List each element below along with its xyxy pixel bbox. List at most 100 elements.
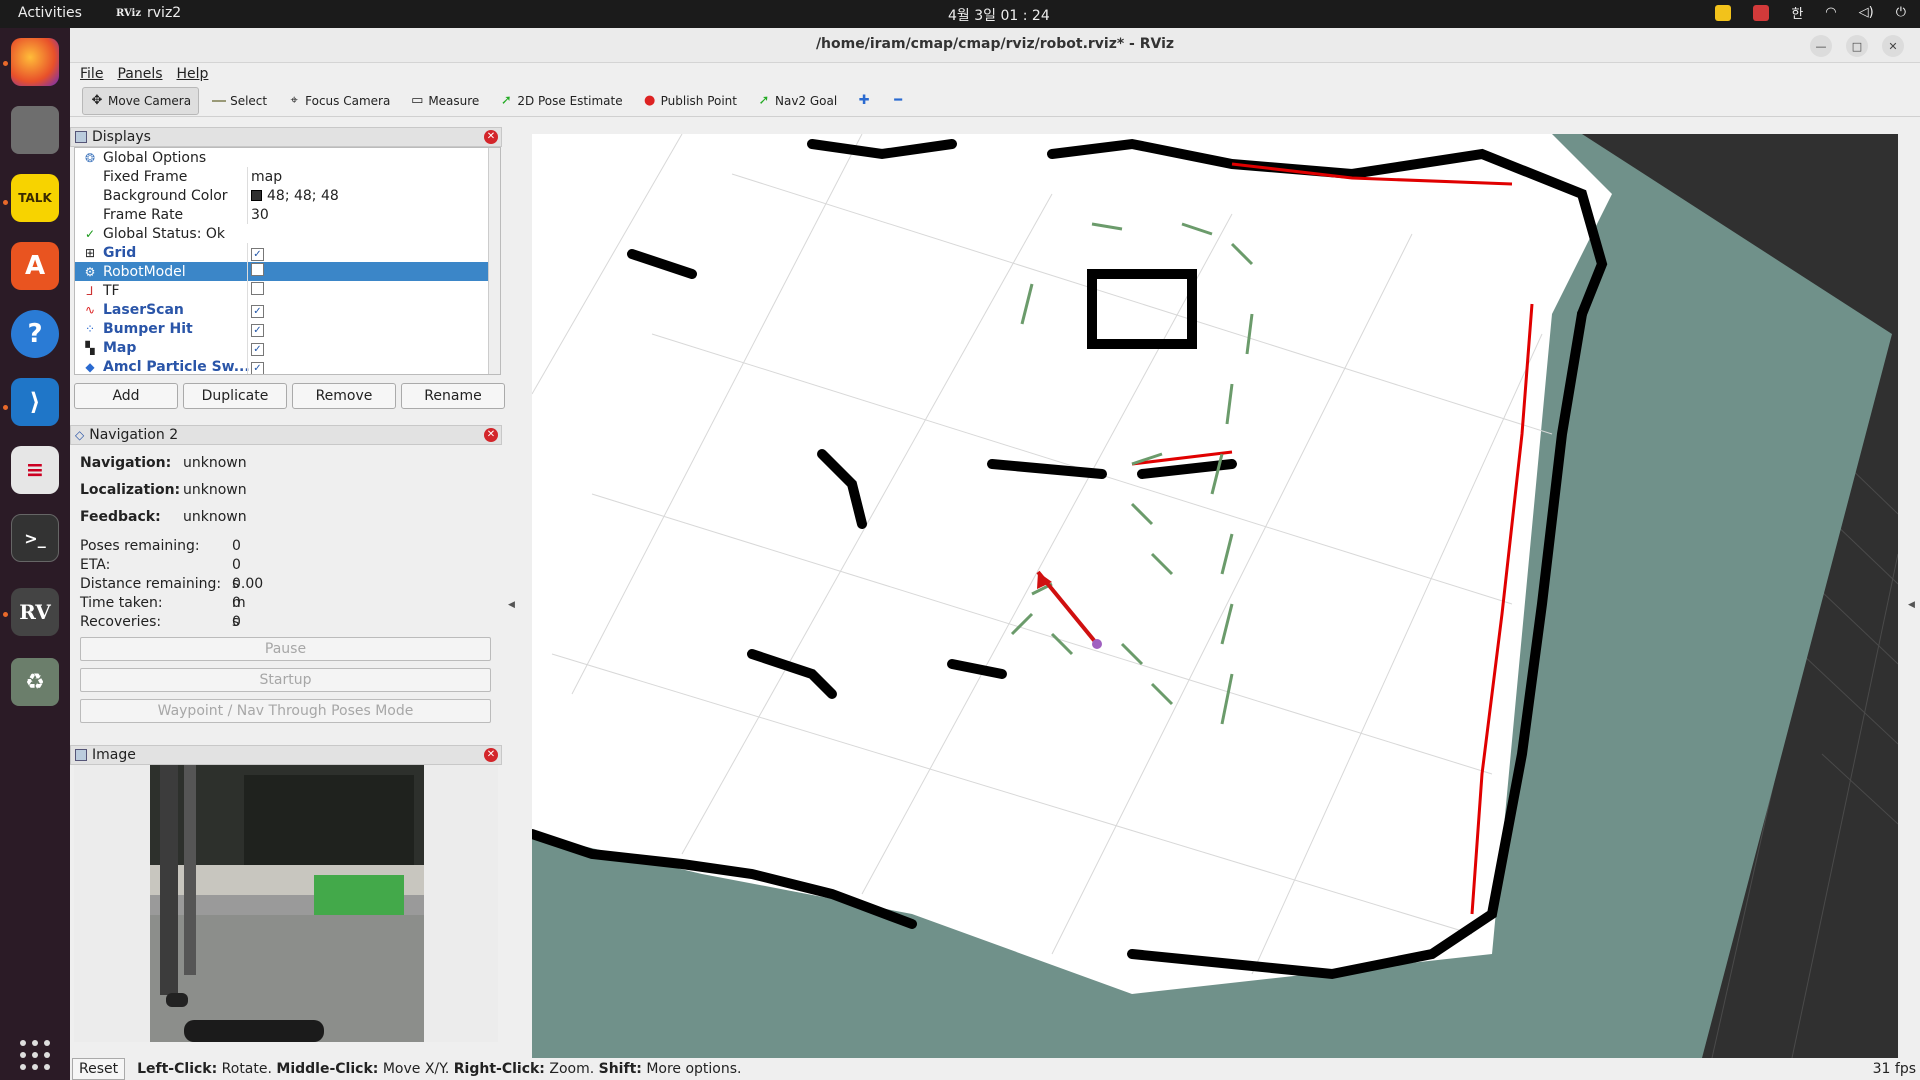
pose-estimate-tool[interactable]: ➚ 2D Pose Estimate [492,87,629,115]
tree-row-laserscan[interactable]: ∿ LaserScan ✓ [75,300,500,319]
minimize-icon[interactable]: — [1810,35,1832,57]
ime-indicator[interactable]: 한 [1791,3,1803,22]
map-icon: ▚ [85,340,95,355]
trash-icon[interactable]: ♻ [11,658,59,706]
power-icon[interactable]: ⏻ [1896,5,1906,20]
image-title: Image [92,747,136,763]
tree-row-tf[interactable]: ⅃ TF [75,281,500,300]
measure-tool[interactable]: ▭ Measure [403,87,486,115]
close-panel-icon[interactable]: ✕ [484,748,498,762]
grid-checkbox[interactable]: ✓ [251,247,264,261]
tree-row-frame-rate[interactable]: Frame Rate 30 [75,205,500,224]
tree-row-robotmodel[interactable]: ⚙ RobotModel [75,262,500,281]
background-color-value[interactable]: 48; 48; 48 [251,188,339,204]
dock: TALK A ? ⟩ ≡ >_ RV ♻ [0,28,70,1080]
duplicate-display-button[interactable]: Duplicate [183,383,287,409]
text-editor-icon[interactable]: ≡ [11,446,59,494]
kakaotalk-icon[interactable]: TALK [11,174,59,222]
mouse-hint: Left-Click: Rotate. Middle-Click: Move X… [137,1061,742,1077]
minus-icon: ━ [894,93,903,108]
running-indicator [3,405,8,410]
laserscan-checkbox[interactable]: ✓ [251,304,264,318]
menu-bar: File Panels Help [70,63,1920,85]
3d-render-view[interactable] [532,134,1898,1058]
tree-row-amcl-particles[interactable]: ◆ Amcl Particle Sw... ✓ [75,357,500,374]
focus-camera-tool[interactable]: ⌖ Focus Camera [280,87,397,115]
measure-icon: ▭ [411,93,424,108]
tree-row-bumper-hit[interactable]: ⁘ Bumper Hit ✓ [75,319,500,338]
window-titlebar[interactable]: /home/iram/cmap/cmap/rviz/robot.rviz* - … [70,28,1920,63]
select-tool[interactable]: Select [205,87,274,115]
tree-row-background-color[interactable]: Background Color 48; 48; 48 [75,186,500,205]
menu-file[interactable]: File [80,66,103,82]
tf-checkbox[interactable] [251,282,264,295]
reset-button[interactable]: Reset [72,1058,126,1080]
pause-button[interactable]: Pause [80,637,491,661]
anydesk-tray-icon[interactable] [1753,4,1770,21]
clock[interactable]: 4월 3일 01 : 24 [948,5,1050,25]
globe-icon: ❂ [84,150,96,165]
rviz-dock-icon[interactable]: RV [11,588,59,636]
help-icon[interactable]: ? [11,310,59,358]
navigation2-header[interactable]: ◇ Navigation 2 ✕ [70,425,502,445]
wifi-icon[interactable]: ◠ [1825,5,1836,20]
app-menu[interactable]: RViz rviz2 [116,5,181,21]
bumper-hit-checkbox[interactable]: ✓ [251,323,264,337]
menu-help[interactable]: Help [177,66,209,82]
move-camera-tool[interactable]: ✥ Move Camera [82,86,200,115]
image-icon [75,749,87,761]
window-title: /home/iram/cmap/cmap/rviz/robot.rviz* - … [815,36,1175,52]
app-center-icon[interactable]: A [11,242,59,290]
publish-point-tool[interactable]: ● Publish Point [636,87,744,115]
goal-arrow-icon: ➚ [758,93,770,108]
map-pin-icon: ● [643,93,656,108]
maximize-icon[interactable]: □ [1846,35,1868,57]
menu-panels[interactable]: Panels [117,66,162,82]
displays-panel: Displays ✕ ❂ Global Options Fixed Frame ma… [70,127,505,427]
tree-row-fixed-frame[interactable]: Fixed Frame map [75,167,500,186]
firefox-icon[interactable] [11,38,59,86]
plus-icon: ✚ [858,93,870,108]
tree-row-global-options[interactable]: ❂ Global Options [75,148,500,167]
add-tool-button[interactable]: ✚ [850,87,878,115]
rviz-app-icon: RViz [116,7,142,19]
kakaotalk-tray-icon[interactable] [1715,4,1732,21]
add-display-button[interactable]: Add [74,383,178,409]
point-cloud-icon: ⁘ [84,321,96,336]
files-icon[interactable] [11,106,59,154]
system-tray[interactable]: 한 ◠ ◁) ⏻ [1715,3,1906,22]
tree-row-grid[interactable]: ⊞ Grid ✓ [75,243,500,262]
camera-image [150,765,424,1042]
pose-arrow-icon: ➚ [500,93,512,108]
rename-display-button[interactable]: Rename [401,383,505,409]
terminal-icon[interactable]: >_ [11,514,59,562]
tree-scrollbar[interactable] [488,148,500,374]
volume-icon[interactable]: ◁) [1859,5,1874,20]
remove-display-button[interactable]: Remove [292,383,396,409]
collapse-right-handle[interactable]: ◀ [1908,600,1915,610]
close-icon[interactable]: ✕ [1882,35,1904,57]
close-panel-icon[interactable]: ✕ [484,130,498,144]
vscode-icon[interactable]: ⟩ [11,378,59,426]
frame-rate-value[interactable]: 30 [251,207,269,223]
robotmodel-checkbox[interactable] [251,263,264,276]
collapse-left-handle[interactable]: ◀ [508,600,515,610]
show-applications-icon[interactable] [20,1040,50,1070]
startup-button[interactable]: Startup [80,668,491,692]
move-camera-icon: ✥ [91,93,103,108]
fixed-frame-value[interactable]: map [251,169,282,185]
color-swatch [251,190,262,201]
display-tree: ❂ Global Options Fixed Frame map Backgroun… [74,147,501,375]
close-panel-icon[interactable]: ✕ [484,428,498,442]
displays-header[interactable]: Displays ✕ [70,127,502,147]
image-header[interactable]: Image ✕ [70,745,502,765]
amcl-checkbox[interactable]: ✓ [251,361,264,374]
app-name: rviz2 [147,5,182,21]
waypoint-mode-button[interactable]: Waypoint / Nav Through Poses Mode [80,699,491,723]
map-checkbox[interactable]: ✓ [251,342,264,356]
activities-button[interactable]: Activities [18,5,82,21]
nav2-goal-tool[interactable]: ➚ Nav2 Goal [750,87,844,115]
tree-row-map[interactable]: ▚ Map ✓ [75,338,500,357]
remove-tool-button[interactable]: ━ [884,87,912,115]
tree-row-global-status[interactable]: ✓ Global Status: Ok [75,224,500,243]
